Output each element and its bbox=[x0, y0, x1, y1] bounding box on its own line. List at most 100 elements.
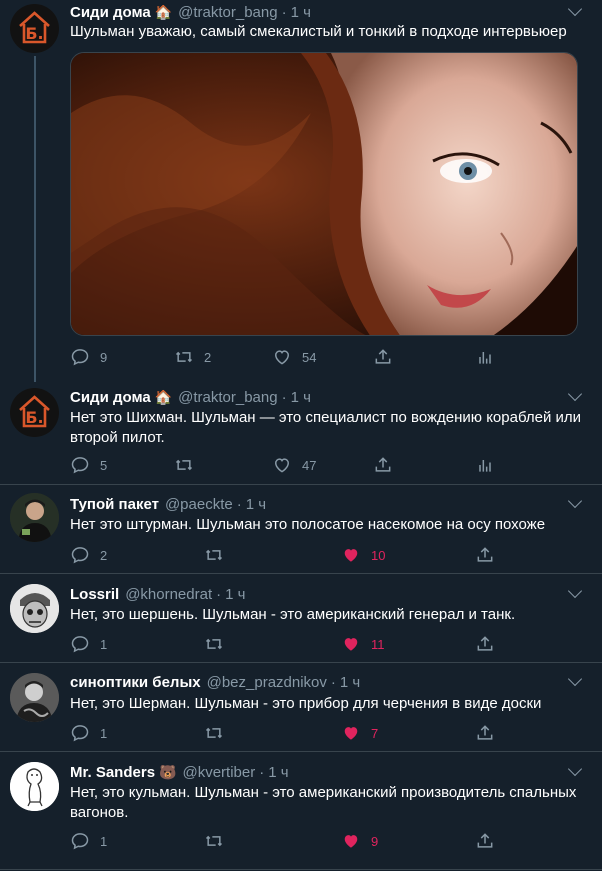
separator-dot: · bbox=[281, 3, 287, 21]
separator-dot: · bbox=[236, 495, 242, 513]
retweet-button[interactable] bbox=[204, 633, 234, 655]
user-handle[interactable]: @paeckte bbox=[165, 496, 233, 513]
tweet[interactable]: Тупой пакет @paeckte · 1 ч Нет это штурм… bbox=[0, 485, 602, 573]
retweet-icon bbox=[175, 459, 193, 471]
user-handle[interactable]: @bez_prazdnikov bbox=[207, 674, 327, 691]
display-name[interactable]: Сиди дома bbox=[70, 389, 151, 406]
avatar[interactable]: Б. bbox=[10, 4, 59, 53]
timestamp[interactable]: 1 ч bbox=[246, 496, 266, 513]
chevron-down-icon[interactable] bbox=[567, 671, 583, 687]
analytics-icon bbox=[479, 460, 491, 472]
house-emoji-icon: 🏠 bbox=[154, 388, 173, 405]
reply-button[interactable]: 2 bbox=[70, 544, 107, 566]
avatar[interactable]: Б. bbox=[10, 388, 59, 437]
chevron-down-icon[interactable] bbox=[567, 761, 583, 777]
tweet-header: Сиди дома 🏠 @traktor_bang · 1 ч bbox=[70, 387, 311, 407]
bear-emoji-icon: 🐻 bbox=[159, 763, 177, 780]
share-icon bbox=[375, 457, 391, 472]
display-name[interactable]: Mr. Sanders bbox=[70, 764, 155, 781]
chevron-down-icon[interactable] bbox=[567, 386, 583, 402]
svg-text:Б.: Б. bbox=[25, 24, 43, 43]
reply-icon bbox=[71, 636, 89, 653]
retweet-button[interactable] bbox=[174, 454, 204, 476]
reply-button[interactable]: 1 bbox=[70, 633, 107, 655]
reply-button[interactable]: 1 bbox=[70, 722, 107, 744]
timestamp[interactable]: 1 ч bbox=[291, 389, 311, 406]
avatar[interactable] bbox=[10, 762, 59, 811]
share-button[interactable] bbox=[475, 633, 495, 655]
tweet[interactable]: Lossril @khornedrat · 1 ч Нет, это шерше… bbox=[0, 574, 602, 662]
share-icon bbox=[477, 636, 493, 651]
tweet-header: синоптики белых @bez_prazdnikov · 1 ч bbox=[70, 672, 360, 692]
retweet-button[interactable] bbox=[204, 544, 234, 566]
tweet-header: Lossril @khornedrat · 1 ч bbox=[70, 584, 245, 604]
reply-button[interactable]: 1 bbox=[70, 830, 107, 852]
like-button[interactable]: 10 bbox=[341, 544, 385, 566]
reply-icon bbox=[71, 457, 89, 474]
user-handle[interactable]: @khornedrat bbox=[125, 586, 212, 603]
chevron-down-icon[interactable] bbox=[567, 583, 583, 599]
like-button[interactable]: 11 bbox=[341, 633, 385, 655]
share-button[interactable] bbox=[475, 830, 495, 852]
analytics-button[interactable] bbox=[475, 454, 495, 476]
chevron-down-icon[interactable] bbox=[567, 493, 583, 509]
tweet-actions: 2 10 bbox=[70, 544, 500, 566]
like-button[interactable]: 47 bbox=[272, 454, 316, 476]
display-name[interactable]: Тупой пакет bbox=[70, 496, 159, 513]
avatar[interactable] bbox=[10, 673, 59, 722]
avatar[interactable] bbox=[10, 584, 59, 633]
tweet-actions: 9 2 54 bbox=[70, 346, 500, 368]
display-name[interactable]: синоптики белых bbox=[70, 674, 201, 691]
skull-drawing-avatar bbox=[10, 584, 59, 633]
svg-text:Б.: Б. bbox=[25, 408, 43, 427]
share-icon bbox=[477, 725, 493, 740]
tweet-photo[interactable] bbox=[70, 52, 578, 336]
retweet-icon bbox=[205, 835, 223, 847]
retweet-button[interactable] bbox=[204, 722, 234, 744]
share-button[interactable] bbox=[373, 454, 393, 476]
tweet[interactable]: Б. Сиди дома 🏠 @traktor_bang · 1 ч Шульм… bbox=[0, 0, 602, 382]
like-button[interactable]: 7 bbox=[341, 722, 378, 744]
like-count: 10 bbox=[371, 547, 386, 563]
like-count: 54 bbox=[302, 349, 317, 365]
timestamp[interactable]: 1 ч bbox=[340, 674, 360, 691]
tweet[interactable]: синоптики белых @bez_prazdnikov · 1 ч Не… bbox=[0, 663, 602, 751]
reply-button[interactable]: 9 bbox=[70, 346, 107, 368]
share-icon bbox=[477, 547, 493, 562]
user-handle[interactable]: @kvertiber bbox=[182, 764, 255, 781]
retweet-count: 2 bbox=[204, 349, 212, 365]
chevron-down-icon[interactable] bbox=[567, 1, 583, 17]
tweet[interactable]: Б. Сиди дома 🏠 @traktor_bang · 1 ч Нет э… bbox=[0, 382, 602, 484]
bw-photo-avatar bbox=[10, 673, 59, 722]
reply-button[interactable]: 5 bbox=[70, 454, 107, 476]
like-button[interactable]: 9 bbox=[341, 830, 378, 852]
timestamp[interactable]: 1 ч bbox=[268, 764, 288, 781]
tweet-header: Тупой пакет @paeckte · 1 ч bbox=[70, 494, 266, 514]
share-button[interactable] bbox=[475, 544, 495, 566]
retweet-button[interactable] bbox=[204, 830, 234, 852]
retweet-button[interactable]: 2 bbox=[174, 346, 211, 368]
timestamp[interactable]: 1 ч bbox=[291, 4, 311, 21]
retweet-icon bbox=[175, 351, 193, 363]
share-icon bbox=[375, 349, 391, 364]
share-icon bbox=[477, 833, 493, 848]
share-button[interactable] bbox=[373, 346, 393, 368]
user-handle[interactable]: @traktor_bang bbox=[178, 4, 277, 21]
separator-dot: · bbox=[281, 388, 287, 406]
tweet-text: Нет, это шершень. Шульман - это американ… bbox=[70, 606, 516, 623]
user-handle[interactable]: @traktor_bang bbox=[178, 389, 277, 406]
house-logo-icon: Б. bbox=[10, 388, 59, 437]
heart-icon bbox=[274, 350, 290, 365]
avatar[interactable] bbox=[10, 493, 59, 542]
share-button[interactable] bbox=[475, 722, 495, 744]
sketch-drawing-avatar bbox=[10, 762, 59, 811]
display-name[interactable]: Сиди дома bbox=[70, 4, 151, 21]
like-button[interactable]: 54 bbox=[272, 346, 316, 368]
analytics-button[interactable] bbox=[475, 346, 495, 368]
tweet-actions: 1 11 bbox=[70, 633, 500, 655]
like-count: 9 bbox=[371, 833, 379, 849]
tweet[interactable]: Mr. Sanders 🐻 @kvertiber · 1 ч Нет, это … bbox=[0, 752, 602, 871]
analytics-icon bbox=[479, 352, 491, 364]
display-name[interactable]: Lossril bbox=[70, 586, 119, 603]
timestamp[interactable]: 1 ч bbox=[225, 586, 245, 603]
